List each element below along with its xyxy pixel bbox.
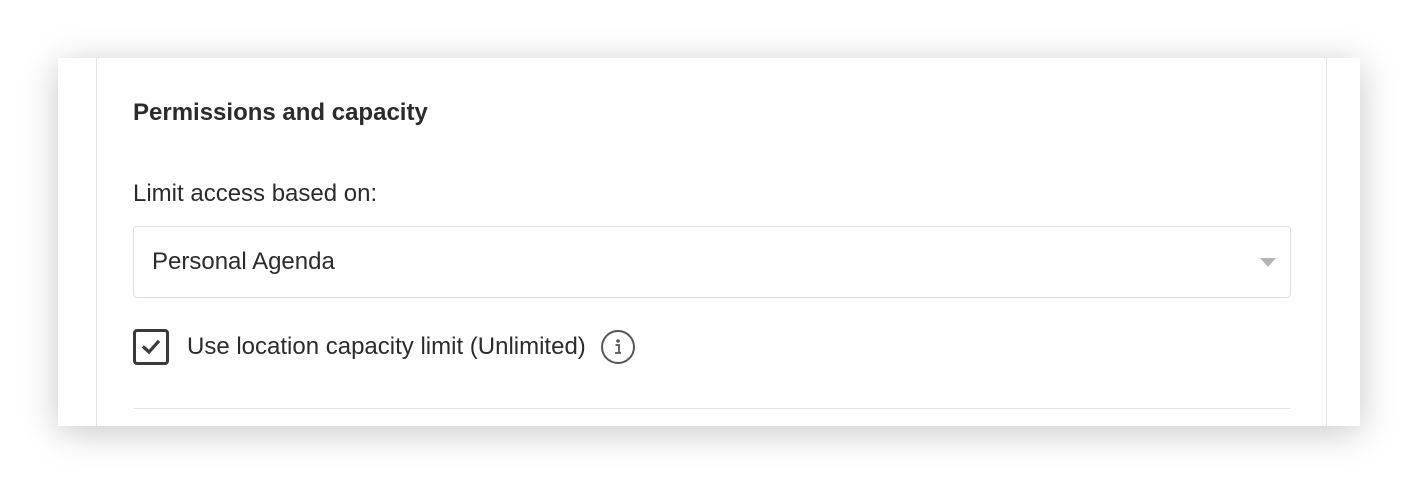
chevron-down-icon — [1260, 258, 1276, 267]
limit-access-selected-value: Personal Agenda — [152, 248, 335, 275]
capacity-limit-label: Use location capacity limit (Unlimited) — [187, 333, 586, 360]
limit-access-select[interactable]: Personal Agenda — [133, 226, 1291, 298]
capacity-limit-row: Use location capacity limit (Unlimited) — [133, 328, 635, 366]
permissions-panel: Permissions and capacity Limit access ba… — [96, 58, 1327, 426]
section-divider — [133, 408, 1291, 409]
limit-access-label: Limit access based on: — [133, 180, 378, 207]
capacity-limit-checkbox[interactable] — [133, 329, 169, 365]
settings-window: Permissions and capacity Limit access ba… — [58, 58, 1360, 426]
check-icon — [141, 339, 161, 355]
info-icon[interactable] — [600, 330, 635, 364]
section-title: Permissions and capacity — [133, 99, 428, 126]
